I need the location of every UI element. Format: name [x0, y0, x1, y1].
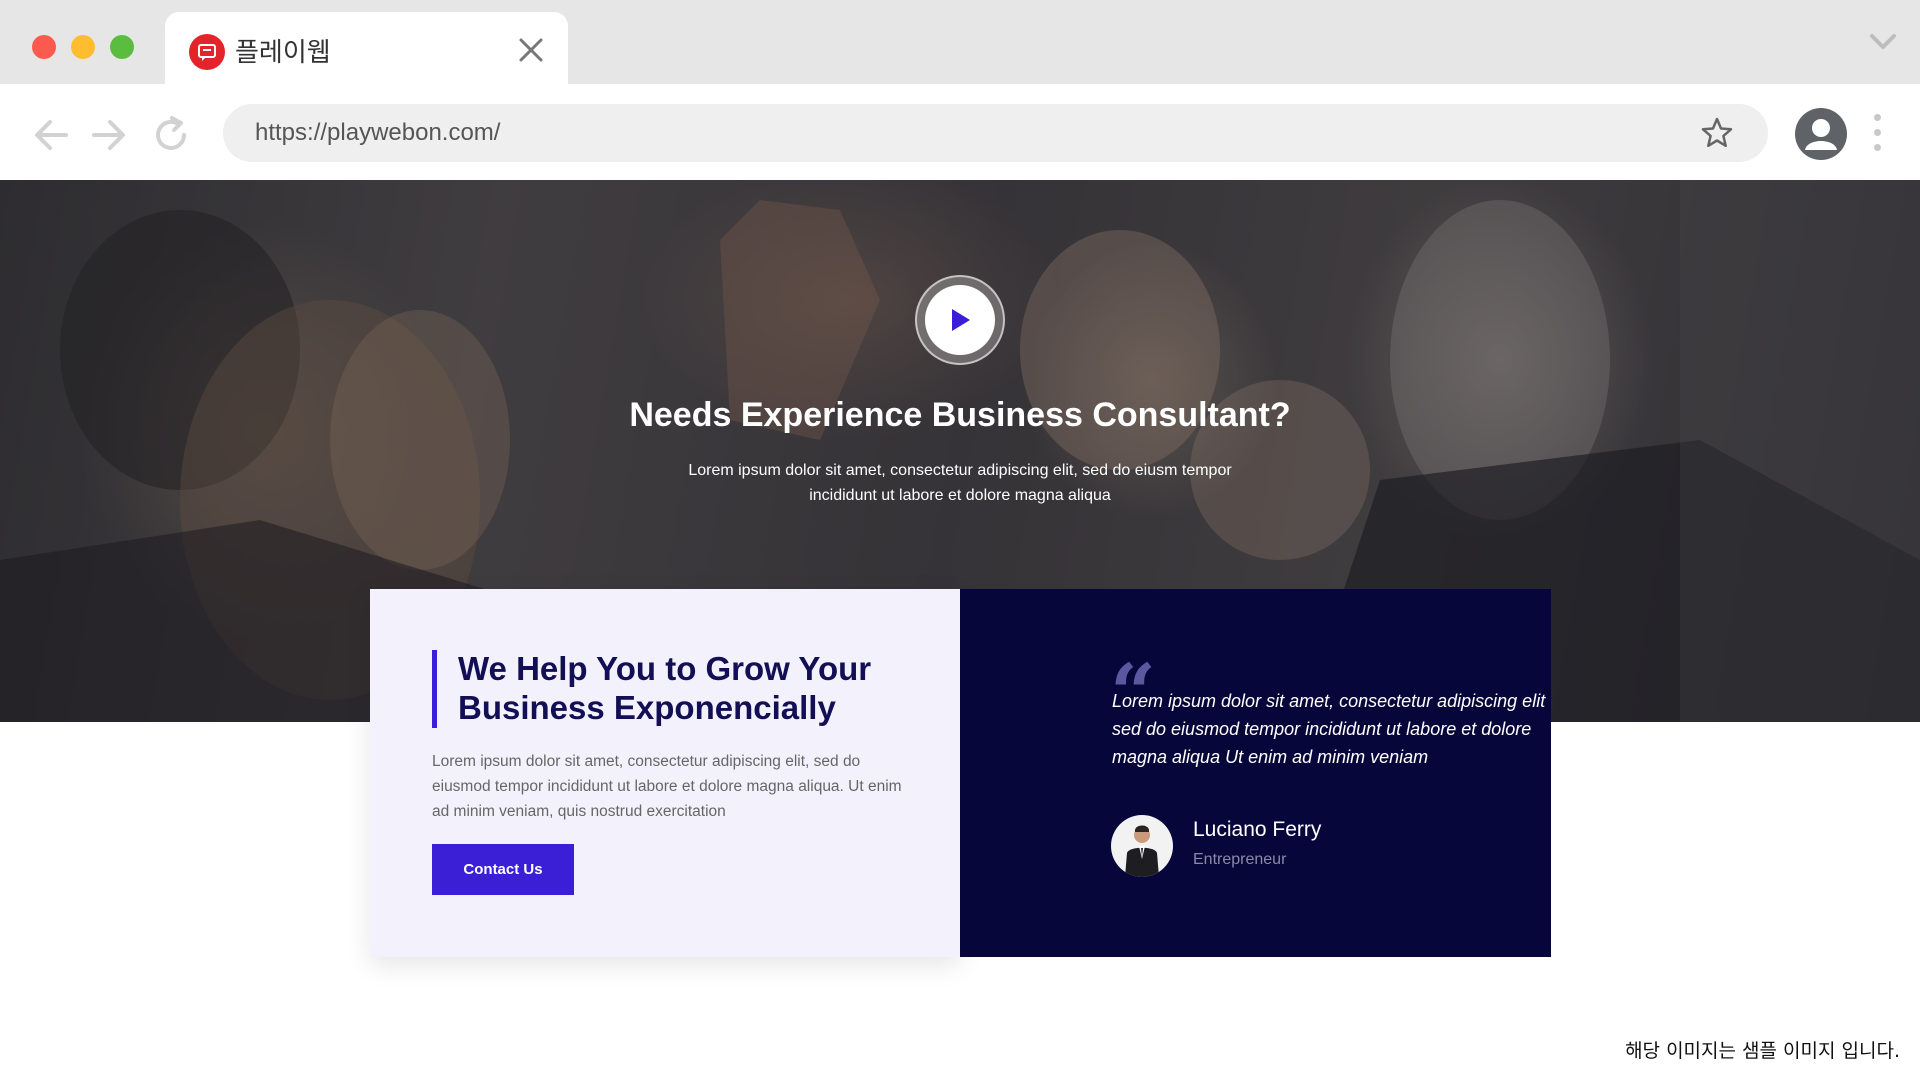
- feature-heading: We Help You to Grow Your Business Expone…: [458, 650, 872, 726]
- reload-icon[interactable]: [150, 114, 192, 156]
- author-name: Luciano Ferry: [1193, 818, 1322, 841]
- play-icon: [952, 309, 970, 331]
- author-avatar: [1111, 815, 1173, 877]
- testimonial-card: “ Lorem ipsum dolor sit amet, consectetu…: [960, 589, 1551, 957]
- profile-avatar-icon[interactable]: [1795, 108, 1847, 160]
- window-minimize-button[interactable]: [71, 35, 95, 59]
- chevron-down-icon[interactable]: [1868, 30, 1898, 54]
- play-video-button[interactable]: [925, 285, 995, 355]
- browser-tab-bar: 플레이웹: [0, 0, 1920, 84]
- quote-line: sed do eiusmod tempor incididunt ut labo…: [1112, 719, 1532, 739]
- feature-card: We Help You to Grow Your Business Expone…: [370, 589, 960, 957]
- bookmark-star-icon[interactable]: [1700, 116, 1734, 150]
- heading-accent-bar: [432, 650, 437, 728]
- testimonial-quote: Lorem ipsum dolor sit amet, consectetur …: [1112, 687, 1551, 771]
- forward-arrow-icon[interactable]: [88, 114, 130, 156]
- tab-title: 플레이웹: [235, 38, 331, 68]
- sample-image-notice: 해당 이미지는 샘플 이미지 입니다.: [1625, 1040, 1900, 1062]
- tab-close-icon[interactable]: [517, 36, 545, 64]
- browser-toolbar: https://playwebon.com/: [0, 84, 1920, 180]
- url-text[interactable]: https://playwebon.com/: [255, 119, 500, 147]
- quote-line: magna aliqua Ut enim ad minim veniam: [1112, 747, 1429, 767]
- back-arrow-icon[interactable]: [30, 114, 72, 156]
- address-bar[interactable]: https://playwebon.com/: [223, 104, 1768, 162]
- contact-us-button[interactable]: Contact Us: [432, 844, 574, 895]
- hero-title: Needs Experience Business Consultant?: [629, 396, 1291, 434]
- browser-tab[interactable]: 플레이웹: [165, 12, 568, 84]
- author-role: Entrepreneur: [1193, 851, 1287, 868]
- window-maximize-button[interactable]: [110, 35, 134, 59]
- favicon-icon: [189, 34, 225, 70]
- feature-text: Lorem ipsum dolor sit amet, consectetur …: [432, 753, 902, 820]
- quote-line: Lorem ipsum dolor sit amet, consectetur …: [1112, 691, 1546, 711]
- more-menu-icon[interactable]: [1872, 114, 1882, 154]
- window-close-button[interactable]: [32, 35, 56, 59]
- hero-subtitle: Lorem ipsum dolor sit amet, consectetur …: [688, 462, 1232, 504]
